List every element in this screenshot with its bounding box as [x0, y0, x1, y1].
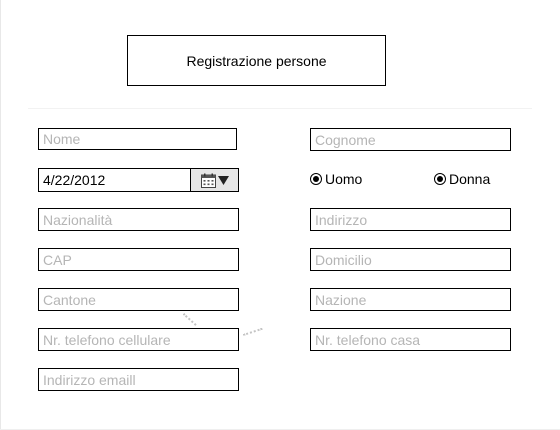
telefono-casa-input[interactable] — [310, 328, 511, 351]
dotted-connector — [182, 313, 197, 326]
triangle-down-icon — [217, 175, 229, 185]
birth-date-value[interactable]: 4/22/2012 — [39, 169, 190, 191]
calendar-dropdown-button[interactable] — [190, 169, 238, 191]
domicilio-input[interactable] — [310, 248, 511, 271]
page-border-left — [0, 0, 1, 430]
radio-selected-dot — [313, 176, 319, 182]
indirizzo-input[interactable] — [310, 208, 511, 231]
gender-radio-uomo[interactable]: Uomo — [310, 171, 362, 187]
cap-input[interactable] — [38, 248, 239, 271]
radio-button-donna[interactable] — [434, 173, 446, 185]
gender-label-donna: Donna — [449, 171, 491, 187]
form-title: Registrazione persone — [127, 35, 386, 86]
nome-input[interactable] — [38, 128, 237, 150]
cantone-input[interactable] — [38, 288, 239, 311]
nazione-input[interactable] — [310, 288, 511, 311]
radio-selected-dot — [437, 176, 443, 182]
dotted-connector — [243, 327, 263, 336]
cellulare-input[interactable] — [38, 328, 239, 351]
radio-button-uomo[interactable] — [310, 173, 322, 185]
email-input[interactable] — [38, 368, 239, 391]
cognome-input[interactable] — [310, 128, 511, 151]
nazionalita-input[interactable] — [38, 208, 239, 231]
form-title-text: Registrazione persone — [186, 52, 327, 69]
gender-label-uomo: Uomo — [325, 171, 363, 187]
calendar-icon — [200, 173, 216, 188]
gender-radio-donna[interactable]: Donna — [434, 171, 490, 187]
divider — [28, 108, 532, 109]
birth-date-picker[interactable]: 4/22/2012 — [38, 168, 239, 192]
